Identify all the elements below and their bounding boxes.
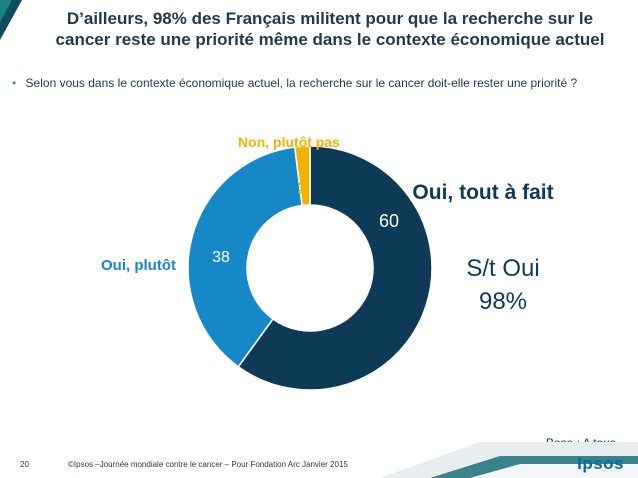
page-number: 20 bbox=[20, 460, 29, 469]
ipsos-logo: Ipsos bbox=[577, 454, 624, 473]
summary-value: 98% bbox=[479, 288, 527, 315]
category-label-non-plutot-pas: Non, plutôt pas bbox=[238, 134, 340, 150]
summary-label: S/t Oui bbox=[466, 255, 539, 282]
value-label-oui-plutot: 38 bbox=[212, 249, 230, 266]
value-label-oui-tout-a-fait: 60 bbox=[379, 211, 399, 231]
category-label-oui-tout-a-fait: Oui, tout à fait bbox=[412, 181, 553, 204]
credit-text: ©Ipsos –Journée mondiale contre le cance… bbox=[68, 460, 348, 469]
category-label-oui-plutot: Oui, plutôt bbox=[101, 257, 176, 274]
donut-chart: 60 38 2 Oui, tout à fait Oui, plutôt Non, plu… bbox=[101, 134, 554, 391]
value-label-non-plutot-pas: 2 bbox=[298, 180, 307, 197]
